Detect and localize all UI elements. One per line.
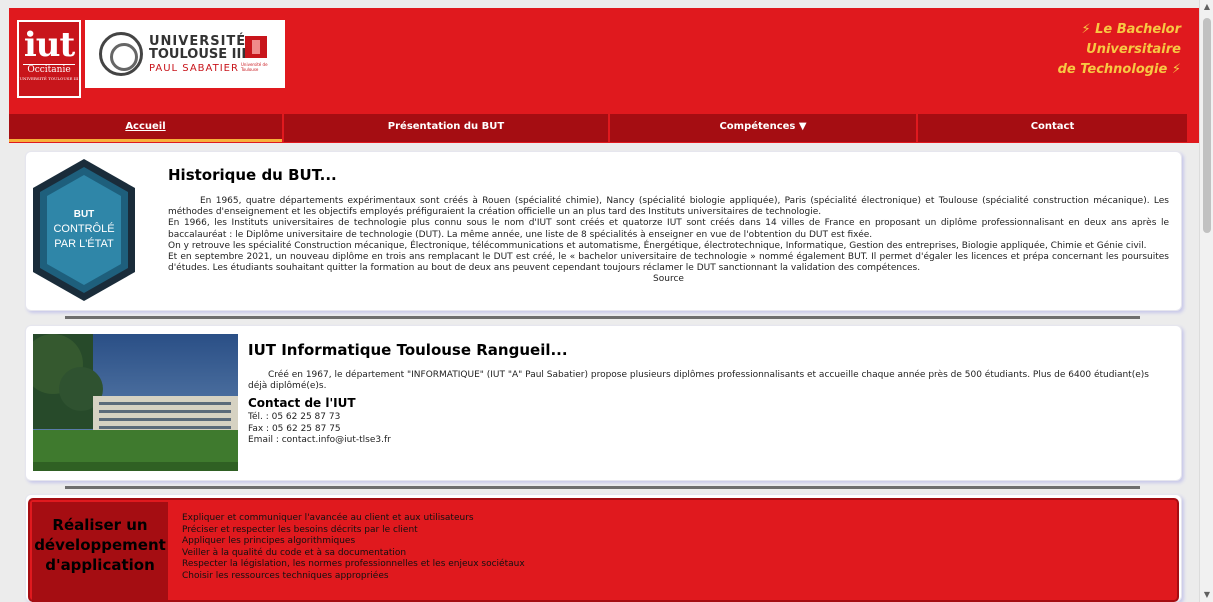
section-divider [65, 316, 1140, 319]
list-item: Respecter la législation, les normes pro… [182, 559, 525, 569]
ut-logo-line2: TOULOUSE III [149, 47, 247, 62]
iut-text: Créé en 1967, le département "INFORMATIQ… [248, 370, 1149, 392]
list-item: Veiller à la qualité du code et à sa doc… [182, 547, 407, 558]
iut-description: Créé en 1967, le département "INFORMATIQ… [248, 370, 1170, 392]
historique-p2: En 1966, les Instituts universitaires de… [168, 218, 1169, 240]
vertical-scrollbar[interactable]: ▲ ▼ [1199, 0, 1213, 602]
main-nav: Accueil Présentation du BUT Compétences … [9, 114, 1189, 142]
historique-title: Historique du BUT... [168, 166, 337, 184]
but-controle-badge: BUT CONTRÔLÉ PAR L'ÉTAT [33, 159, 135, 301]
bachelor-line1: Le Bachelor [1095, 22, 1181, 37]
bachelor-deco-icon-2: ⚡ [1167, 62, 1181, 77]
contact-fax: Fax : 05 62 25 87 75 [248, 423, 341, 434]
bachelor-logo: ⚡ Le Bachelor Universitaire de Technolog… [1031, 20, 1181, 80]
source-link[interactable]: Source [168, 274, 1169, 285]
tab-contact-label: Contact [1030, 121, 1075, 132]
ut-logo-line3: PAUL SABATIER [149, 63, 239, 74]
contact-title: Contact de l'IUT [248, 396, 356, 410]
badge-line2: CONTRÔLÉ [53, 222, 114, 235]
iut-occitanie-logo[interactable]: iut Occitanie UNIVERSITÉ TOULOUSE III [17, 20, 81, 98]
historique-p1: En 1965, quatre départements expérimenta… [168, 196, 1169, 218]
competence-list: Expliquer et communiquer l'avancée au cl… [182, 513, 525, 582]
iut-title: IUT Informatique Toulouse Rangueil... [248, 341, 568, 359]
tab-presentation-label: Présentation du BUT [387, 121, 505, 132]
scrollbar-thumb[interactable] [1203, 18, 1211, 233]
bachelor-line2: Universitaire [1086, 42, 1181, 57]
contact-tel: Tél. : 05 62 25 87 73 [248, 412, 341, 422]
contact-info: Tél. : 05 62 25 87 73 Fax : 05 62 25 87 … [248, 412, 391, 447]
bachelor-deco-icon: ⚡ [1081, 22, 1096, 37]
historique-p4: Et en septembre 2021, un nouveau diplôme… [168, 252, 1169, 274]
tab-accueil-label: Accueil [125, 121, 166, 132]
list-item: Expliquer et communiquer l'avancée au cl… [182, 513, 474, 523]
section-divider-2 [65, 486, 1140, 489]
bachelor-line3: de Technologie [1057, 62, 1168, 77]
list-item: Préciser et respecter les besoins décrit… [182, 524, 418, 535]
scroll-down-icon[interactable]: ▼ [1200, 588, 1213, 602]
iut-logo-text: iut [23, 25, 75, 65]
iut-logo-sub: Occitanie [23, 64, 75, 76]
iut-logo-tiny: UNIVERSITÉ TOULOUSE III [19, 76, 79, 81]
tab-contact[interactable]: Contact [918, 114, 1187, 142]
universite-toulouse-logo[interactable]: UNIVERSITÉ TOULOUSE III PAUL SABATIER Un… [85, 20, 285, 88]
list-item: Choisir les ressources techniques approp… [182, 570, 389, 581]
badge-line1: BUT [74, 209, 95, 220]
tab-competences-label: Compétences ▼ [719, 121, 807, 132]
historique-p3: On y retrouve les spécialité Constructio… [168, 240, 1147, 251]
historique-text: En 1965, quatre départements expérimenta… [168, 196, 1169, 286]
page: iut Occitanie UNIVERSITÉ TOULOUSE III UN… [0, 0, 1199, 602]
iut-building-photo [33, 334, 238, 471]
tab-presentation[interactable]: Présentation du BUT [284, 114, 608, 142]
scroll-up-icon[interactable]: ▲ [1200, 0, 1213, 14]
ut-logo-small: Université de Toulouse [241, 62, 268, 72]
university-seal-icon [99, 32, 143, 76]
list-item: Appliquer les principes algorithmiques [182, 536, 356, 546]
tab-accueil[interactable]: Accueil [9, 114, 282, 142]
competence-title: Réaliser un développement d'application [34, 516, 166, 574]
tab-competences[interactable]: Compétences ▼ [610, 114, 916, 142]
contact-email[interactable]: Email : contact.info@iut-tlse3.fr [248, 435, 391, 447]
badge-line3: PAR L'ÉTAT [54, 237, 114, 250]
universite-de-toulouse-icon [245, 36, 267, 58]
